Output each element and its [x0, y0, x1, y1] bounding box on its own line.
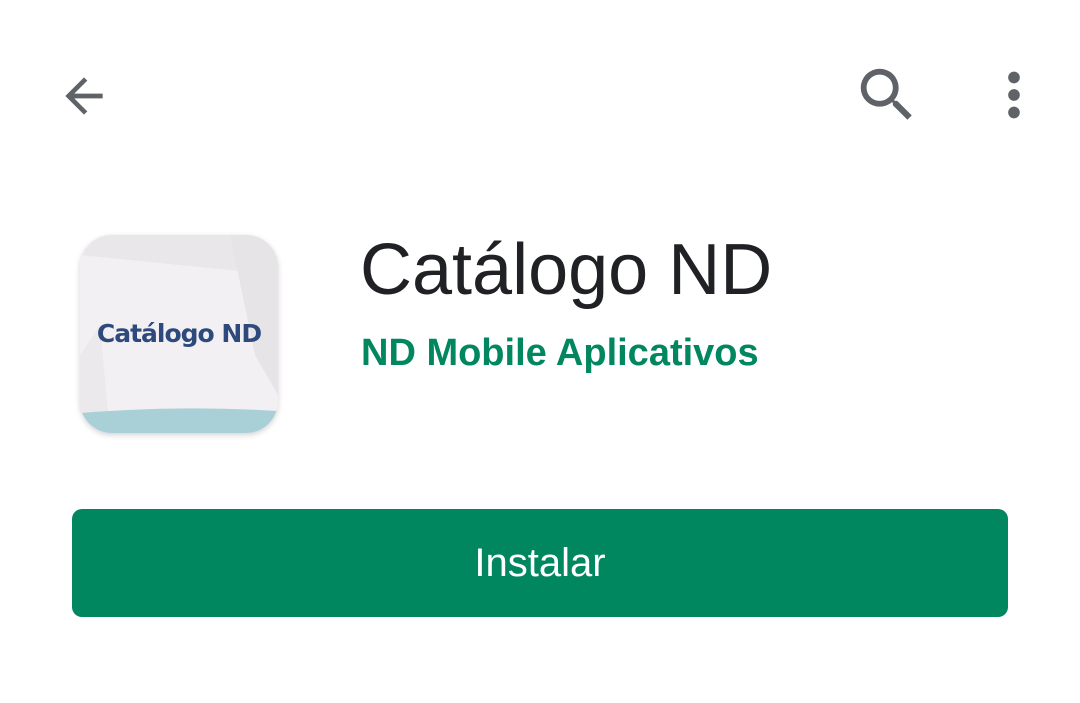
arrow-back-icon: [65, 77, 103, 115]
search-button[interactable]: [851, 59, 923, 131]
more-vert-icon: [1008, 71, 1020, 119]
back-button[interactable]: [48, 60, 120, 132]
more-options-button[interactable]: [978, 59, 1050, 131]
search-icon: [860, 68, 912, 120]
app-icon-label: Catálogo ND: [96, 319, 262, 348]
top-app-bar: [0, 0, 1080, 190]
app-title: Catálogo ND: [360, 230, 773, 310]
app-icon: Catálogo ND: [80, 235, 278, 433]
app-header: Catálogo ND Catálogo ND ND Mobile Aplica…: [0, 220, 1080, 450]
install-button[interactable]: Instalar: [72, 509, 1008, 617]
developer-link[interactable]: ND Mobile Aplicativos: [361, 332, 759, 375]
